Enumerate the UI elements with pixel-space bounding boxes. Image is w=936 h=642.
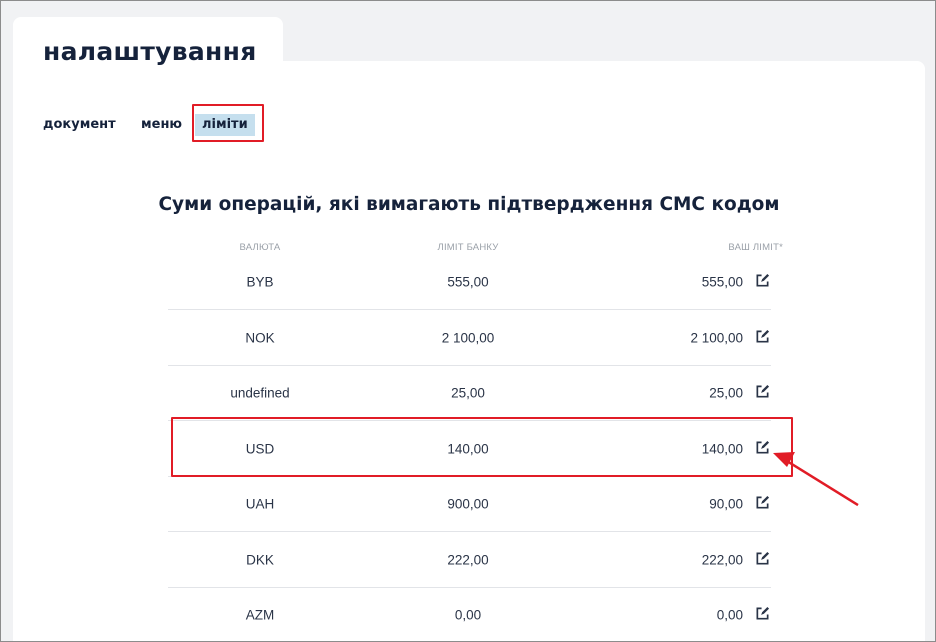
annotation-arrow-icon xyxy=(773,452,859,507)
screenshot-frame: налаштування документ меню ліміти Суми о… xyxy=(0,0,936,642)
